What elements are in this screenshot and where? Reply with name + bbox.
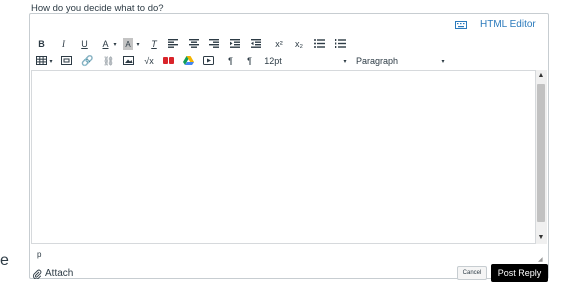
html-editor-label: HTML Editor (480, 19, 536, 30)
italic-button[interactable]: I (59, 38, 68, 50)
align-left-icon[interactable] (168, 39, 178, 48)
align-right-icon[interactable] (209, 39, 219, 48)
table-icon[interactable] (36, 56, 47, 65)
scroll-up-arrow-icon[interactable]: ▲ (536, 71, 546, 81)
table-dropdown-icon[interactable]: ▾ (48, 55, 54, 67)
scroll-down-arrow-icon[interactable]: ▼ (536, 233, 546, 243)
media-icon[interactable] (163, 56, 174, 65)
background-color-dropdown-icon[interactable]: ▾ (135, 38, 141, 50)
bold-button[interactable]: B (37, 38, 46, 50)
link-icon[interactable]: 🔗 (81, 55, 93, 67)
html-editor-toggle[interactable]: HTML Editor (455, 19, 536, 30)
google-drive-icon[interactable] (183, 56, 194, 65)
rich-text-editor-body[interactable] (31, 70, 547, 244)
ltr-button[interactable]: ¶ (226, 55, 235, 67)
video-icon[interactable] (203, 56, 214, 65)
font-size-select[interactable]: 12pt (263, 55, 283, 67)
post-reply-button[interactable]: Post Reply (491, 264, 548, 282)
align-center-icon[interactable] (189, 39, 199, 48)
outdent-icon[interactable] (251, 39, 261, 48)
text-color-button[interactable]: A (101, 38, 110, 50)
indent-icon[interactable] (230, 39, 240, 48)
bullet-list-icon[interactable] (314, 39, 325, 48)
block-format-select[interactable]: Paragraph (353, 55, 401, 67)
subscript-button[interactable]: x₂ (293, 38, 305, 50)
element-path: p (37, 250, 42, 259)
unlink-icon[interactable]: ⛓ (103, 55, 114, 67)
partial-left-char: e (0, 252, 9, 269)
block-format-dropdown-icon[interactable]: ▾ (440, 55, 446, 67)
underline-button[interactable]: U (80, 38, 89, 50)
keyboard-icon (455, 20, 467, 29)
attach-button[interactable]: Attach (32, 268, 73, 279)
rtl-button[interactable]: ¶ (245, 55, 254, 67)
paperclip-icon (32, 269, 42, 279)
equation-icon[interactable]: √x (143, 55, 155, 67)
font-size-dropdown-icon[interactable]: ▾ (342, 55, 348, 67)
embed-icon[interactable] (61, 56, 72, 65)
cancel-button[interactable]: Cancel (457, 266, 487, 280)
numbered-list-icon[interactable] (335, 39, 346, 48)
image-icon[interactable] (123, 56, 134, 65)
resize-handle-icon[interactable]: ◢ (538, 256, 544, 263)
text-color-dropdown-icon[interactable]: ▾ (112, 38, 118, 50)
attach-label: Attach (45, 268, 74, 279)
superscript-button[interactable]: x² (273, 38, 285, 50)
clear-formatting-button[interactable]: T (149, 38, 159, 50)
editor-scrollbar-thumb[interactable] (537, 84, 545, 222)
background-color-button[interactable]: A (123, 38, 133, 50)
